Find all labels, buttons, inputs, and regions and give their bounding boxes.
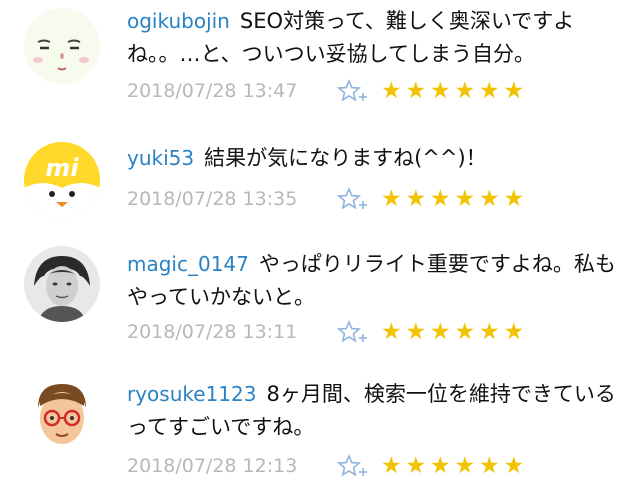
comment-item: mi yuki53 結果が気になりますね(^^)！ 2018/07/28 13:3… (0, 120, 640, 240)
add-star-button[interactable] (337, 184, 375, 214)
star-icon: ★ (429, 453, 451, 479)
star-icon: ★ (478, 453, 500, 479)
mi-chick-icon: mi (24, 142, 100, 218)
comment-item: ryosuke1123 8ヶ月間、検索一位を維持できているってすごいですね。 20… (0, 372, 640, 492)
star-icon: ★ (478, 186, 500, 212)
star-icon: ★ (478, 319, 500, 345)
add-star-icon (337, 319, 367, 343)
star-rating: ★ ★ ★ ★ ★ ★ (379, 186, 526, 212)
timestamp: 2018/07/28 13:11 (127, 321, 298, 343)
star-icon: ★ (429, 319, 451, 345)
star-icon: ★ (405, 78, 427, 104)
glasses-boy-icon (24, 378, 100, 454)
star-icon: ★ (380, 78, 402, 104)
avatar[interactable] (24, 246, 100, 322)
comment-item: magic_0147 やっぱりリライト重要ですよね。私もやっていかないと。 201… (0, 240, 640, 360)
add-star-icon (337, 78, 367, 102)
comment-list: ogikubojin SEO対策って、難しく奥深いですよね。。…と、ついつい妥協し… (0, 0, 640, 492)
add-star-button[interactable] (337, 451, 375, 481)
star-icon: ★ (380, 453, 402, 479)
comment-body: 結果が気になりますね(^^)！ (204, 146, 487, 170)
comment-text-block: ryosuke1123 8ヶ月間、検索一位を維持できているってすごいですね。 (127, 378, 617, 444)
star-icon: ★ (478, 78, 500, 104)
timestamp: 2018/07/28 13:47 (127, 80, 298, 102)
timestamp: 2018/07/28 12:13 (127, 455, 298, 477)
comment-item: ogikubojin SEO対策って、難しく奥深いですよね。。…と、ついつい妥協し… (0, 0, 640, 120)
star-icon: ★ (503, 319, 525, 345)
star-icon: ★ (454, 453, 476, 479)
add-star-icon (337, 186, 367, 210)
face-illustration-icon (24, 8, 100, 84)
svg-text:mi: mi (45, 154, 79, 182)
avatar[interactable] (24, 8, 100, 84)
comment-text-block: magic_0147 やっぱりリライト重要ですよね。私もやっていかないと。 (127, 248, 617, 314)
monochrome-portrait-icon (24, 246, 100, 322)
star-icon: ★ (454, 186, 476, 212)
add-star-icon (337, 453, 367, 477)
star-icon: ★ (405, 319, 427, 345)
star-rating: ★ ★ ★ ★ ★ ★ (379, 78, 526, 104)
timestamp: 2018/07/28 13:35 (127, 188, 298, 210)
comment-meta: 2018/07/28 12:13 ★ ★ ★ ★ ★ ★ (127, 451, 526, 481)
star-icon: ★ (380, 186, 402, 212)
star-icon: ★ (503, 186, 525, 212)
star-icon: ★ (380, 319, 402, 345)
comment-text-block: yuki53 結果が気になりますね(^^)！ (127, 142, 617, 175)
star-icon: ★ (429, 78, 451, 104)
star-icon: ★ (454, 78, 476, 104)
avatar[interactable]: mi (24, 142, 100, 218)
username-link[interactable]: ogikubojin (127, 9, 230, 33)
star-rating: ★ ★ ★ ★ ★ ★ (379, 453, 526, 479)
add-star-button[interactable] (337, 317, 375, 347)
comment-meta: 2018/07/28 13:47 ★ ★ ★ ★ ★ ★ (127, 76, 526, 106)
username-link[interactable]: yuki53 (127, 146, 194, 170)
star-icon: ★ (405, 186, 427, 212)
star-icon: ★ (503, 453, 525, 479)
comment-text-block: ogikubojin SEO対策って、難しく奥深いですよね。。…と、ついつい妥協し… (127, 5, 617, 71)
star-icon: ★ (429, 186, 451, 212)
star-rating: ★ ★ ★ ★ ★ ★ (379, 319, 526, 345)
star-icon: ★ (454, 319, 476, 345)
avatar[interactable] (24, 378, 100, 454)
star-icon: ★ (405, 453, 427, 479)
comment-meta: 2018/07/28 13:35 ★ ★ ★ ★ ★ ★ (127, 184, 526, 214)
username-link[interactable]: magic_0147 (127, 252, 249, 276)
comment-meta: 2018/07/28 13:11 ★ ★ ★ ★ ★ ★ (127, 317, 526, 347)
username-link[interactable]: ryosuke1123 (127, 382, 256, 406)
star-icon: ★ (503, 78, 525, 104)
add-star-button[interactable] (337, 76, 375, 106)
